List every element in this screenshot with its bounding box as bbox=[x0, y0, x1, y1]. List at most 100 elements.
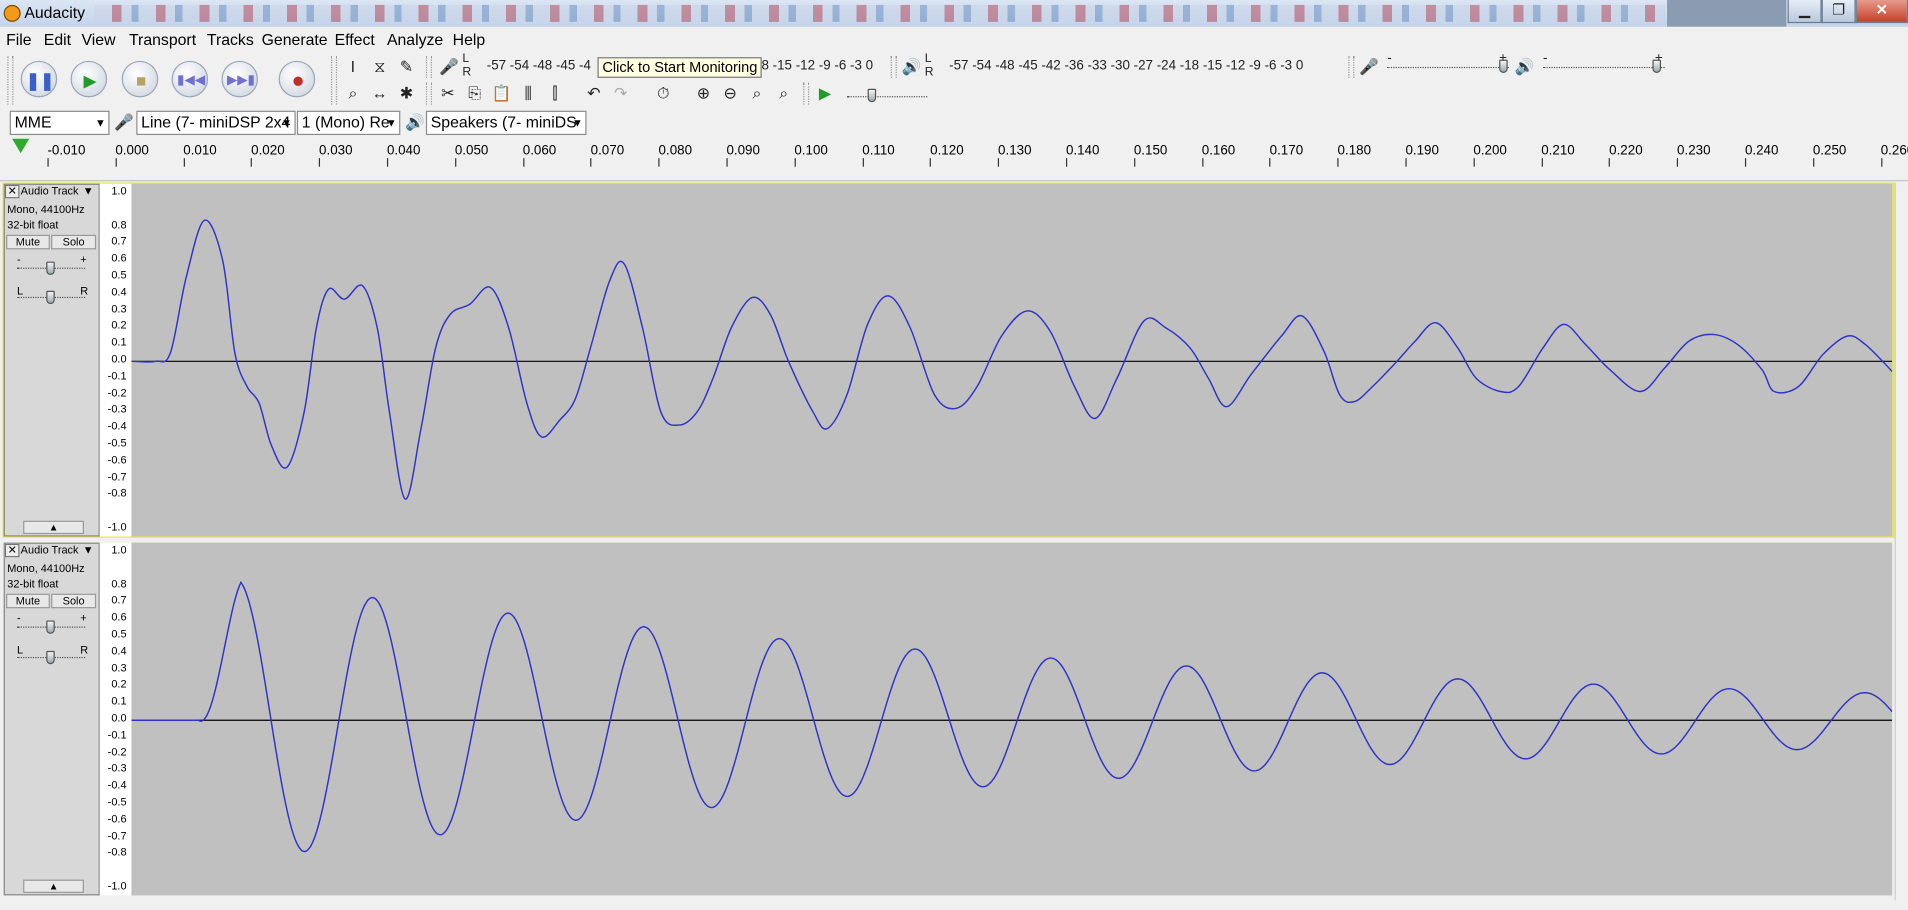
draw-tool-icon[interactable]: ✎ bbox=[394, 55, 418, 79]
pan-left-label: L bbox=[17, 284, 24, 297]
silence-icon[interactable]: ⫿ bbox=[543, 82, 567, 106]
pause-button[interactable]: ❚❚ bbox=[20, 60, 58, 98]
collapse-track-button[interactable]: ▲ bbox=[23, 520, 84, 535]
track-close-button[interactable]: ✕ bbox=[4, 543, 20, 558]
scale-label: 0.6 bbox=[111, 252, 127, 265]
solo-button[interactable]: Solo bbox=[51, 234, 97, 250]
record-meter-mic-icon[interactable]: 🎤 bbox=[437, 55, 461, 79]
menu-view[interactable]: View bbox=[82, 30, 116, 48]
track-menu-arrow-icon[interactable]: ▼ bbox=[83, 185, 94, 197]
toolbar-grip[interactable] bbox=[425, 82, 432, 105]
toolbar-grip[interactable] bbox=[425, 55, 432, 78]
ruler-tick bbox=[115, 158, 117, 167]
close-window-button[interactable]: ✕ bbox=[1855, 0, 1908, 24]
mute-button[interactable]: Mute bbox=[6, 593, 50, 609]
record-button[interactable]: ● bbox=[278, 60, 316, 98]
fit-project-icon[interactable]: ⌕ bbox=[771, 82, 795, 106]
track-close-button[interactable]: ✕ bbox=[4, 184, 20, 199]
paste-icon[interactable]: 📋 bbox=[489, 82, 513, 106]
audacity-logo-icon bbox=[3, 4, 21, 22]
scale-label: -0.5 bbox=[107, 795, 127, 808]
track-menu-arrow-icon[interactable]: ▼ bbox=[83, 544, 94, 556]
menu-edit[interactable]: Edit bbox=[44, 30, 71, 48]
scale-label: 0.1 bbox=[111, 694, 127, 708]
redo-icon[interactable]: ↷ bbox=[608, 82, 632, 106]
collapse-track-button[interactable]: ▲ bbox=[23, 879, 84, 893]
toolbar-grip[interactable] bbox=[890, 55, 897, 78]
multi-tool-icon[interactable]: ✱ bbox=[394, 82, 418, 106]
playback-volume-slider[interactable] bbox=[1542, 66, 1665, 69]
cut-icon[interactable]: ✂ bbox=[436, 82, 460, 106]
skip-start-button[interactable]: ▮◀◀ bbox=[171, 60, 209, 98]
zoom-tool-icon[interactable]: ⌕ bbox=[341, 82, 365, 106]
playback-meter-speaker-icon[interactable]: 🔊 bbox=[899, 55, 923, 79]
scale-label: -1.0 bbox=[107, 520, 127, 533]
record-meter-scale[interactable]: -57 -54 -48 -45 -4 bbox=[487, 58, 591, 73]
play-at-speed-slider[interactable] bbox=[846, 96, 928, 98]
ruler-label: 0.120 bbox=[930, 143, 964, 159]
ruler-tick bbox=[1880, 158, 1882, 167]
ruler-label: 0.240 bbox=[1744, 143, 1779, 159]
skip-end-button[interactable]: ▶▶▮ bbox=[221, 60, 258, 98]
recording-volume-minus: - bbox=[1387, 51, 1392, 66]
ruler-tick bbox=[386, 158, 389, 167]
solo-button[interactable]: Solo bbox=[51, 593, 97, 609]
scale-label: -0.6 bbox=[107, 453, 127, 466]
audio-host-select[interactable]: MME ▼ bbox=[9, 110, 110, 136]
playback-volume-knob[interactable] bbox=[1652, 59, 1661, 73]
playback-meter-scale[interactable]: -57 -54 -48 -45 -42 -36 -33 -30 -27 -24 … bbox=[949, 58, 1303, 73]
recording-device-select[interactable]: Line (7- miniDSP 2x4 ▼ bbox=[136, 110, 296, 136]
playback-device-select[interactable]: Speakers (7- miniDS ▼ bbox=[425, 110, 587, 136]
recording-volume-knob[interactable] bbox=[1499, 59, 1508, 73]
track-name[interactable]: Audio Track bbox=[21, 185, 79, 197]
play-at-speed-knob[interactable] bbox=[867, 88, 877, 103]
ruler-tick bbox=[930, 158, 932, 167]
recording-channels-value: 1 (Mono) Re bbox=[301, 113, 390, 132]
toolbar-grip[interactable] bbox=[330, 55, 338, 105]
menu-generate[interactable]: Generate bbox=[262, 30, 328, 48]
zoom-in-icon[interactable]: ⊕ bbox=[691, 82, 715, 106]
fit-selection-icon[interactable]: ⌕ bbox=[745, 82, 769, 106]
zoom-out-icon[interactable]: ⊖ bbox=[718, 82, 742, 106]
timeshift-tool-icon[interactable]: ↔ bbox=[367, 82, 391, 106]
menu-effect[interactable]: Effect bbox=[335, 30, 375, 48]
stop-button[interactable]: ■ bbox=[121, 60, 159, 98]
recording-volume-slider[interactable] bbox=[1387, 66, 1509, 69]
undo-icon[interactable]: ↶ bbox=[582, 82, 606, 106]
recording-channels-select[interactable]: 1 (Mono) Re ▼ bbox=[296, 110, 401, 136]
gain-slider-knob[interactable] bbox=[46, 620, 55, 634]
waveform-line bbox=[131, 580, 1893, 853]
play-button[interactable]: ▶ bbox=[70, 60, 108, 98]
trim-icon[interactable]: ⫼ bbox=[516, 82, 540, 106]
menu-tracks[interactable]: Tracks bbox=[207, 30, 254, 48]
scale-label: 0.5 bbox=[111, 268, 127, 282]
play-icon: ▶ bbox=[83, 70, 97, 91]
envelope-tool-icon[interactable]: ⧖ bbox=[367, 55, 391, 79]
toolbar-grip[interactable] bbox=[1348, 55, 1355, 78]
chevron-down-icon: ▼ bbox=[385, 116, 397, 129]
menu-help[interactable]: Help bbox=[453, 30, 486, 48]
sync-lock-icon[interactable]: ⏱ bbox=[651, 82, 675, 106]
gain-slider-knob[interactable] bbox=[46, 261, 55, 275]
vertical-scrollbar[interactable] bbox=[1894, 182, 1908, 901]
pan-slider-knob[interactable] bbox=[46, 290, 55, 305]
toolbar-grip[interactable] bbox=[7, 55, 14, 105]
menu-file[interactable]: File bbox=[6, 30, 31, 48]
maximize-button[interactable]: ❐ bbox=[1821, 0, 1856, 24]
background-taskbar-icons bbox=[94, 4, 1665, 22]
menu-transport[interactable]: Transport bbox=[129, 30, 196, 48]
track-format-info: Mono, 44100Hz bbox=[7, 203, 85, 216]
track-name[interactable]: Audio Track bbox=[21, 544, 79, 556]
copy-icon[interactable]: ⎘ bbox=[462, 82, 486, 106]
mute-button[interactable]: Mute bbox=[6, 234, 50, 250]
pan-slider-knob[interactable] bbox=[46, 650, 55, 665]
ruler-label: 0.180 bbox=[1337, 143, 1372, 159]
menu-analyze[interactable]: Analyze bbox=[387, 30, 443, 48]
toolbar-grip[interactable] bbox=[803, 82, 810, 105]
play-at-speed-icon[interactable]: ▶ bbox=[813, 82, 837, 106]
minimize-button[interactable]: ▁ bbox=[1787, 0, 1822, 24]
record-meter-scale-tail[interactable]: -18 -15 -12 -9 -6 -3 0 bbox=[750, 58, 874, 73]
play-head-icon[interactable] bbox=[12, 138, 30, 154]
selection-tool-icon[interactable]: I bbox=[341, 55, 365, 79]
scale-label: 0.2 bbox=[111, 319, 127, 332]
